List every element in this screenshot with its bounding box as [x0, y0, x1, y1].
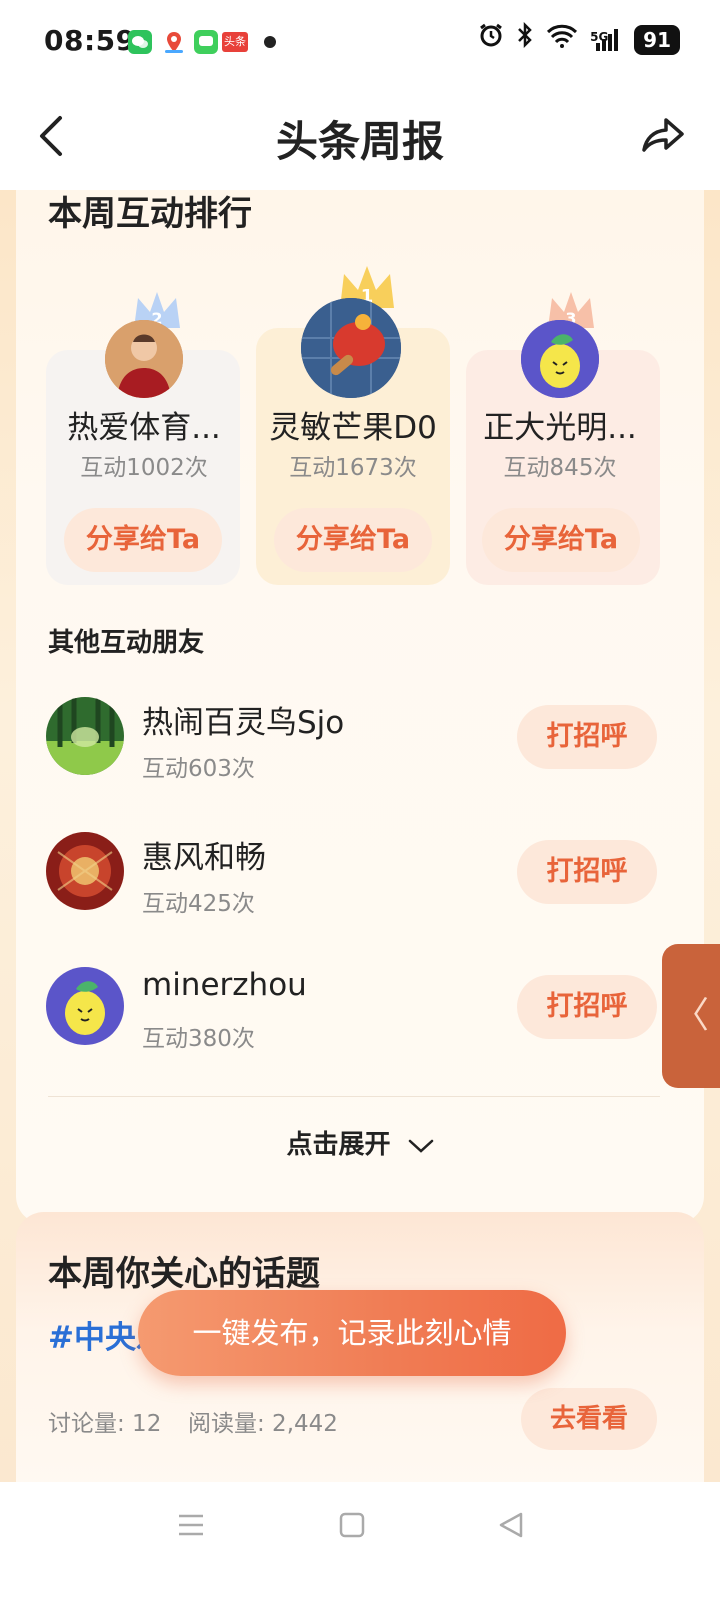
signal-label: 5G — [590, 30, 609, 44]
avatar[interactable] — [301, 298, 401, 398]
avatar[interactable] — [105, 320, 183, 398]
rank-1-name: 灵敏芒果D0 — [269, 410, 437, 446]
status-bar: 08:59 头条 5G 91 — [0, 0, 720, 82]
notification-dot-icon — [264, 36, 276, 48]
share-arrow-icon[interactable] — [638, 110, 690, 162]
friend-count: 互动425次 — [142, 891, 255, 917]
rank-3-count: 互动845次 — [503, 455, 617, 481]
expand-label: 点击展开 — [286, 1130, 391, 1160]
share-to-button[interactable]: 分享给Ta — [64, 508, 222, 572]
quick-post-button[interactable]: 一键发布，记录此刻心情 — [138, 1290, 566, 1376]
signal-5g-icon: 5G — [590, 25, 622, 55]
share-to-button[interactable]: 分享给Ta — [274, 508, 432, 572]
go-see-button[interactable]: 去看看 — [521, 1388, 657, 1450]
toutiao-icon: 头条 — [222, 32, 248, 52]
map-pin-icon — [162, 30, 186, 54]
others-title: 其他互动朋友 — [48, 628, 205, 658]
bluetooth-icon — [516, 21, 534, 58]
friend-name: 惠风和畅 — [142, 840, 266, 876]
rank-2-count: 互动1002次 — [80, 455, 208, 481]
page-title: 头条周报 — [275, 117, 444, 166]
side-tab-chevron: 〈 — [672, 995, 709, 1036]
friend-name: 热闹百灵鸟Sjo — [142, 705, 345, 741]
section-title-ranking: 本周互动排行 — [48, 194, 252, 234]
rank-2-name: 热爱体育... — [67, 410, 221, 446]
discussion-count: 讨论量: 12 — [48, 1411, 162, 1437]
divider — [48, 1096, 660, 1097]
section-title-topics: 本周你关心的话题 — [48, 1254, 320, 1294]
say-hi-button[interactable]: 打招呼 — [517, 975, 657, 1039]
avatar[interactable] — [46, 967, 124, 1045]
say-hi-button[interactable]: 打招呼 — [517, 840, 657, 904]
navigation-bar: 头条周报 — [0, 82, 720, 190]
back-triangle-icon[interactable] — [496, 1510, 526, 1544]
expand-button[interactable]: 点击展开 — [0, 1124, 720, 1161]
friend-count: 互动380次 — [142, 1026, 255, 1052]
system-navigation-bar — [0, 1482, 720, 1604]
chevron-down-icon — [408, 1139, 433, 1153]
avatar[interactable] — [46, 832, 124, 910]
wechat-icon — [128, 30, 152, 54]
rank-3-name: 正大光明... — [483, 410, 637, 446]
read-count: 阅读量: 2,442 — [188, 1411, 338, 1437]
battery-indicator: 91 — [634, 25, 680, 55]
avatar[interactable] — [46, 697, 124, 775]
friend-count: 互动603次 — [142, 756, 255, 782]
side-drawer-tab[interactable]: 〈 — [662, 944, 720, 1088]
alarm-icon — [478, 22, 504, 58]
home-square-icon[interactable] — [338, 1510, 366, 1544]
share-to-button[interactable]: 分享给Ta — [482, 508, 640, 572]
rank-1-count: 互动1673次 — [289, 455, 417, 481]
messages-icon — [194, 30, 218, 54]
say-hi-button[interactable]: 打招呼 — [517, 705, 657, 769]
friend-name: minerzhou — [142, 967, 307, 1003]
wifi-icon — [546, 22, 578, 58]
avatar[interactable] — [521, 320, 599, 398]
status-time: 08:59 — [44, 24, 136, 57]
menu-icon[interactable] — [176, 1510, 206, 1544]
